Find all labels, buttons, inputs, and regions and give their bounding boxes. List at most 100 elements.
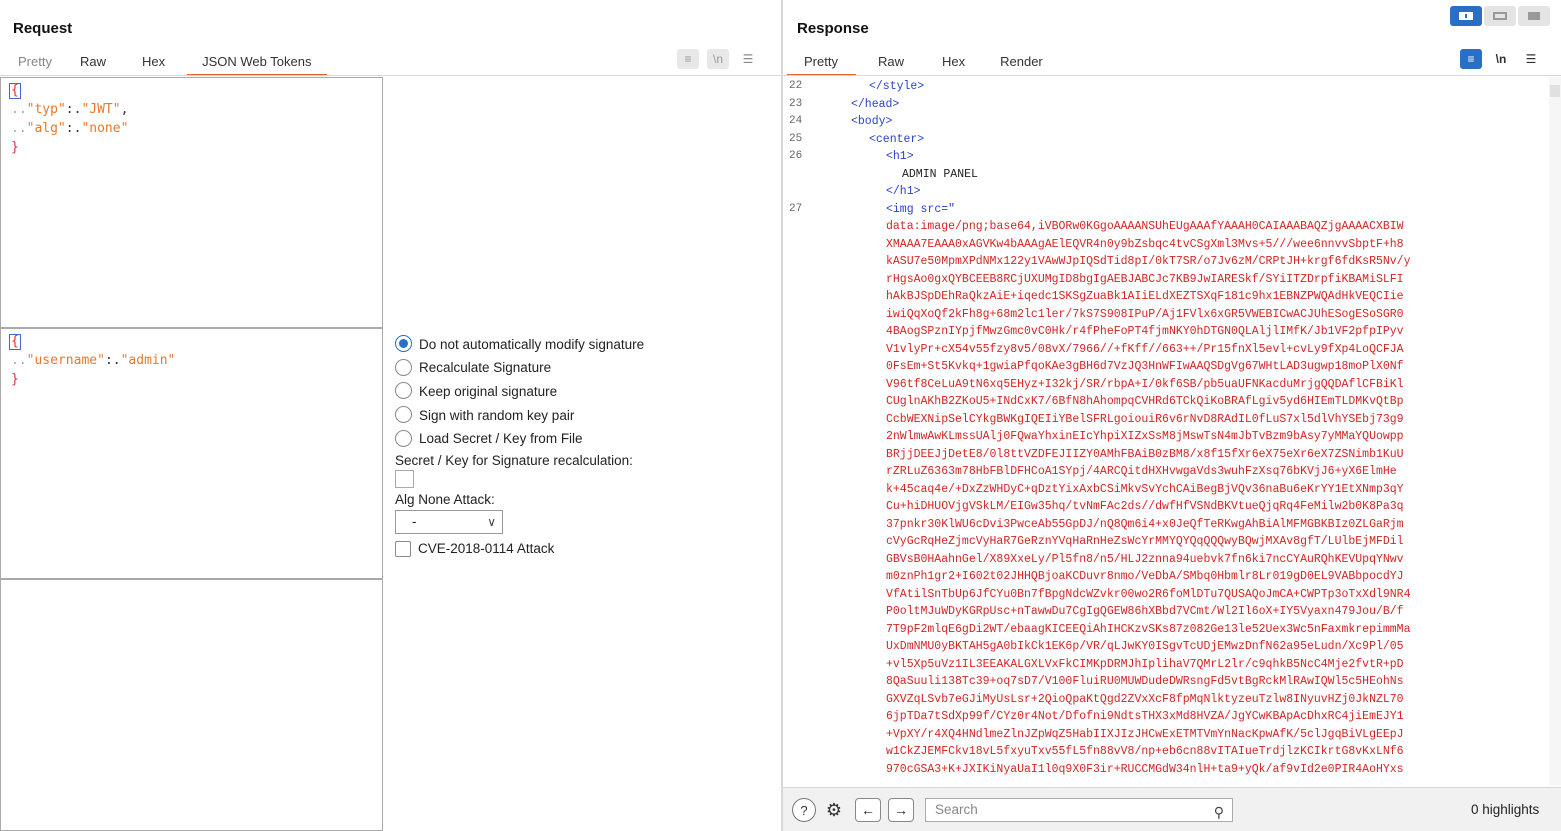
- base64-line: +VpXY/r4XQ4HNdlmeZlnJZpWqZ5HabIIXJIzJHCw…: [886, 727, 1404, 741]
- base64-line: rZRLuZ6363m78HbFBlDFHCoA1SYpj/4ARCQitdHX…: [886, 465, 1397, 478]
- payload-line-username: .."username":."admin": [11, 353, 176, 368]
- code-line: </style>: [869, 80, 925, 93]
- base64-line: 970cGSA3+K+JXIKiNyaUaI1l0q9X0F3ir+RUCCMG…: [886, 762, 1404, 776]
- code-line: </head>: [851, 97, 900, 111]
- base64-line: 2nWlmwAwKLmssUAlj0FQwaYhxinEIcYhpiXIZxSs…: [886, 430, 1404, 443]
- base64-line: 37pnkr30KlWU6cDvi3PwceAb55GpDJ/nQ8Qm6i4+…: [886, 517, 1404, 531]
- code-line: <center>: [869, 132, 925, 146]
- tab-render[interactable]: Render: [981, 50, 1059, 76]
- search-input[interactable]: Search ⚲: [925, 798, 1233, 822]
- radio-unchecked[interactable]: [395, 358, 412, 376]
- base64-line: GBVsB0HAahnGel/X89XxeLy/Pl5fn8/n5/HLJ2zn…: [886, 552, 1404, 566]
- wrap-lines-icon[interactable]: ≡: [677, 49, 699, 69]
- close-brace: }: [11, 372, 19, 387]
- radio-unchecked[interactable]: [395, 382, 412, 400]
- base64-line: m0znPh1gr2+I602t02JHHQBjoaKCDuvr8nmo/VeD…: [886, 570, 1404, 583]
- scroll-thumb[interactable]: [1550, 85, 1560, 97]
- base64-line: CcbWEXNipSelCYkgBWKgIQEIiYBelSFRLgoiouiR…: [886, 412, 1404, 426]
- request-panel: Request Pretty Raw Hex JSON Web Tokens ≡…: [0, 0, 781, 831]
- response-tabs: Pretty Raw Hex Render: [787, 50, 1059, 76]
- radio-checked[interactable]: [395, 335, 412, 353]
- gear-icon[interactable]: ⚙: [822, 798, 846, 822]
- jwt-signature-editor[interactable]: [0, 579, 383, 831]
- menu-icon[interactable]: ☰: [737, 49, 759, 69]
- newline-icon[interactable]: \n: [1490, 49, 1512, 69]
- base64-line: BRjjDEEJjDetE8/0l8ttVZDFEJIIZY0AMhFBAiB0…: [886, 447, 1404, 461]
- radio-load-secret[interactable]: Load Secret / Key from File: [395, 426, 775, 450]
- code-line: ADMIN PANEL: [902, 167, 978, 181]
- open-brace: {: [9, 83, 21, 99]
- base64-line: VfAtilSnTbUp6JfCYu0Bn7fBpgNdcWZvkr00wo2R…: [886, 587, 1411, 601]
- base64-line: k+45caq4e/+DxZzWHDyC+qDztYixAxbCSiMkvSvY…: [886, 482, 1404, 496]
- radio-unchecked[interactable]: [395, 429, 412, 447]
- code-line: <img src=": [886, 202, 956, 216]
- base64-line: 4BAogSPznIYpjfMwzGmc0vC0Hk/r4fPheFoPT4fj…: [886, 325, 1404, 338]
- response-title: Response: [797, 20, 869, 37]
- radio-keep-original[interactable]: Keep original signature: [395, 379, 775, 403]
- forward-arrow-icon[interactable]: →: [888, 798, 914, 822]
- line-number: 24: [789, 115, 803, 127]
- menu-icon[interactable]: ☰: [1520, 49, 1542, 69]
- response-panel: Response Pretty Raw Hex Render ≡ \n ☰ 22…: [783, 0, 1561, 831]
- tab-pretty[interactable]: Pretty: [4, 50, 66, 76]
- code-view: </style> </head> <body> <center> <h1> AD…: [815, 77, 1547, 786]
- base64-line: XMAAA7EAAA0xAGVKw4bAAAgAElEQVR4n0y9bZsbq…: [886, 237, 1404, 251]
- secret-label: Secret / Key for Signature recalculation…: [395, 452, 633, 468]
- line-number: 25: [789, 132, 803, 145]
- search-bar: ? ⚙ ← → Search ⚲ 0 highlights: [783, 787, 1561, 831]
- highlights-count: 0 highlights: [1471, 802, 1540, 817]
- base64-line: 6jpTDa7tSdXp99f/CYz0r4Not/Dfofni9NdtsTHX…: [886, 710, 1404, 723]
- radio-recalculate[interactable]: Recalculate Signature: [395, 356, 775, 380]
- base64-line: hAkBJSpDEhRaQkzAiE+iqedc1SKSgZuaBk1AIiEL…: [886, 290, 1404, 303]
- back-arrow-icon[interactable]: ←: [855, 798, 881, 822]
- line-number: 26: [789, 150, 803, 162]
- chevron-down-icon: ∨: [487, 514, 496, 529]
- radio-unchecked[interactable]: [395, 406, 412, 424]
- line-gutter: 22 23 24 25 26 27: [783, 77, 809, 786]
- cve-checkbox-row[interactable]: CVE-2018-0114 Attack: [395, 538, 775, 560]
- base64-line: 0FsEm+St5Kvkq+1gwiaPfqoKAe3gBH6d7VzJQ3Hn…: [886, 360, 1404, 373]
- base64-line: 8QaSuuli138Tc39+oq7sD7/V100FluiRU0MUWDud…: [886, 675, 1404, 688]
- tab-raw[interactable]: Raw: [66, 50, 120, 76]
- base64-line: V96tf8CeLuA9tN6xq5EHyz+I32kj/SR/rbpA+I/0…: [886, 377, 1404, 391]
- base64-line: CUglnAKhB2ZKoU5+INdCxK7/6BfN8hAhompqCVHR…: [886, 395, 1404, 408]
- base64-line: 7T9pF2mlqE6gDi2WT/ebaagKICEEQiAhIHCKzvSK…: [886, 622, 1411, 636]
- tab-hex[interactable]: Hex: [926, 50, 981, 76]
- help-icon[interactable]: ?: [792, 798, 816, 822]
- base64-line: cVyGcRqHeZjmcVyHaR7GeRznYVqHaRnHeZsWcYrM…: [886, 535, 1404, 548]
- tab-json-web-tokens[interactable]: JSON Web Tokens: [187, 50, 328, 76]
- cve-checkbox[interactable]: [395, 540, 411, 557]
- alg-none-label: Alg None Attack:: [395, 491, 495, 507]
- base64-line: P0oltMJuWDyKGRpUsc+nTawwDu7CgIgQGEW86hXB…: [886, 605, 1404, 618]
- wrap-lines-icon[interactable]: ≡: [1460, 49, 1482, 69]
- header-line-alg: .."alg":."none": [11, 121, 129, 136]
- code-line: <h1>: [886, 150, 914, 163]
- tab-hex[interactable]: Hex: [120, 50, 187, 76]
- request-title: Request: [13, 20, 73, 37]
- tabs-divider: [783, 75, 1561, 76]
- secret-input[interactable]: [395, 469, 414, 488]
- cve-label: CVE-2018-0114 Attack: [418, 541, 555, 557]
- base64-line: rHgsAo0gxQYBCEEB8RCjUXUMgID8bgIgAEBJABCJ…: [886, 272, 1404, 286]
- tab-raw[interactable]: Raw: [856, 50, 926, 76]
- jwt-payload-editor[interactable]: { .."username":."admin" }: [0, 328, 383, 579]
- base64-line: UxDmNMU0yBKTAH5gA0bIkCk1EK6p/VR/qLJwKY0I…: [886, 640, 1404, 653]
- jwt-header-editor[interactable]: { .."typ":."JWT", .."alg":."none" }: [0, 77, 383, 328]
- radio-random-key[interactable]: Sign with random key pair: [395, 403, 775, 427]
- base64-line: iwiQqXoQf2kFh8g+68m2lc1ler/7kS7S908IPuP/…: [886, 307, 1404, 321]
- tab-pretty[interactable]: Pretty: [787, 50, 856, 76]
- line-number: 27: [789, 202, 803, 215]
- signature-options: Do not automatically modify signature Re…: [395, 332, 775, 560]
- radio-no-modify[interactable]: Do not automatically modify signature: [395, 332, 775, 356]
- response-editor[interactable]: 22 23 24 25 26 27 </style> </head> <body…: [783, 77, 1561, 786]
- request-tabs: Pretty Raw Hex JSON Web Tokens: [4, 50, 328, 76]
- vertical-scrollbar[interactable]: [1549, 77, 1561, 786]
- alg-none-value: -: [412, 513, 417, 529]
- alg-none-select[interactable]: - ∨: [395, 509, 503, 534]
- base64-line: GXVZqLSvb7eGJiMyUsLsr+2QioQpaKtQgd2ZVxXc…: [886, 692, 1404, 706]
- open-brace: {: [9, 334, 21, 350]
- request-toolbar: ≡ \n ☰: [677, 49, 759, 69]
- search-icon[interactable]: ⚲: [1214, 801, 1224, 823]
- base64-line: +vl5Xp5uVz1IL3EEAKALGXLVxFkCIMKpDRMJhIpl…: [886, 657, 1404, 671]
- newline-icon[interactable]: \n: [707, 49, 729, 69]
